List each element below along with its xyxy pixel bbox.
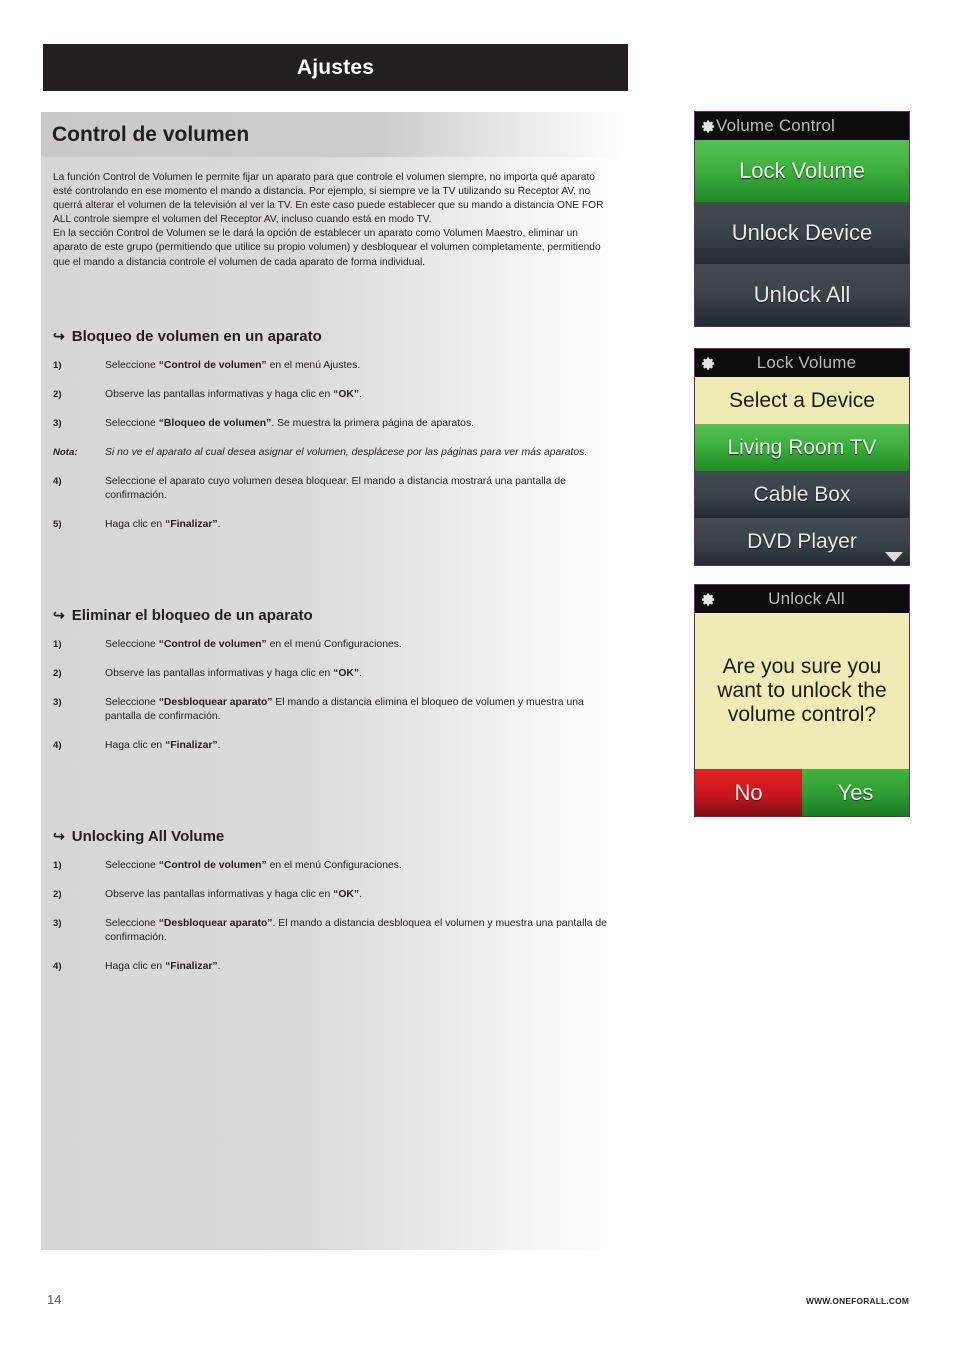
page-header-title: Ajustes — [296, 55, 375, 79]
step-item: 4) Haga clic en “Finalizar”. — [53, 960, 616, 974]
section-heading-label: Bloqueo de volumen en un aparato — [71, 327, 322, 345]
section-heading-unlock-device: ↪ Eliminar el bloqueo de un aparato — [53, 607, 616, 624]
screen2-header: Lock Volume — [695, 349, 909, 377]
step-number: 5) — [53, 518, 62, 530]
screen3-button-row: No Yes — [695, 769, 909, 816]
step-item: 3) Seleccione “Desbloquear aparato” El ma… — [53, 696, 616, 724]
step-item: 2) Observe las pantallas informativas y h… — [53, 888, 616, 902]
screen2-prompt: Select a Device — [695, 377, 909, 424]
step-number: 4) — [53, 739, 62, 751]
screen2-row-label: DVD Player — [747, 529, 857, 553]
step-text: Observe las pantallas informativas y hag… — [105, 667, 363, 679]
step-text: Seleccione “Control de volumen” en el me… — [105, 359, 361, 371]
intro-paragraph-1: La función Control de Volumen le permite… — [53, 172, 604, 226]
step-item: 1) Seleccione “Control de volumen” en el … — [53, 359, 616, 373]
step-text: Seleccione “Desbloquear aparato”. El man… — [105, 917, 607, 943]
screen3-no-label: No — [734, 779, 763, 805]
screen2-row-label: Cable Box — [753, 482, 851, 506]
step-text: Haga clic en “Finalizar”. — [105, 960, 221, 972]
section-heading-lock-volume: ↪ Bloqueo de volumen en un aparato — [53, 328, 616, 345]
step-text: Seleccione “Control de volumen” en el me… — [105, 859, 402, 871]
arrow-bullet-icon: ↪ — [53, 828, 65, 845]
step-text: Haga clic en “Finalizar”. — [105, 518, 221, 530]
screen3-header-label: Unlock All — [768, 589, 845, 608]
arrow-bullet-icon: ↪ — [53, 328, 65, 345]
content-body: La función Control de Volumen le permite… — [41, 157, 628, 1250]
screen2-prompt-label: Select a Device — [729, 388, 875, 412]
step-list-section2: 1) Seleccione “Control de volumen” en el … — [53, 638, 616, 753]
step-text: Si no ve el aparato al cual desea asigna… — [105, 446, 588, 458]
intro-paragraph-2: En la sección Control de Volumen se le d… — [53, 228, 601, 268]
screen3-no-button[interactable]: No — [695, 769, 802, 816]
gear-icon — [699, 592, 718, 607]
step-number: 2) — [53, 667, 62, 679]
screen1-header-label: Volume Control — [716, 116, 836, 135]
step-item: 5) Haga clic en “Finalizar”. — [53, 518, 616, 532]
step-number: 2) — [53, 388, 62, 400]
screen3-yes-label: Yes — [837, 779, 874, 805]
step-item: 1) Seleccione “Control de volumen” en el … — [53, 638, 616, 652]
step-number: 3) — [53, 417, 62, 429]
step-number: 1) — [53, 859, 62, 871]
step-number: 4) — [53, 475, 62, 487]
screen3-header: Unlock All — [695, 585, 909, 613]
screen3-yes-button[interactable]: Yes — [802, 769, 909, 816]
step-item: 3) Seleccione “Desbloquear aparato”. El m… — [53, 917, 616, 945]
screen2-row-dvd-player[interactable]: DVD Player — [695, 518, 909, 565]
screen2-row-label: Living Room TV — [727, 435, 877, 459]
gear-icon — [699, 356, 718, 371]
step-list-section1: 1) Seleccione “Control de volumen” en el … — [53, 359, 616, 532]
step-text: Haga clic en “Finalizar”. — [105, 739, 221, 751]
screen1-header: Volume Control — [695, 112, 909, 140]
chevron-down-icon[interactable] — [885, 552, 903, 562]
page-title: Control de volumen — [52, 122, 250, 146]
page-header-bar: Ajustes — [43, 44, 628, 91]
remote-screen-volume-control: Volume Control Lock Volume Unlock Device… — [694, 111, 910, 327]
screen1-row-lock-volume[interactable]: Lock Volume — [695, 140, 909, 202]
screen2-row-living-room-tv[interactable]: Living Room TV — [695, 424, 909, 471]
step-item: 4) Seleccione el aparato cuyo volumen des… — [53, 475, 616, 503]
step-item: 1) Seleccione “Control de volumen” en el … — [53, 859, 616, 873]
section-heading-label: Unlocking All Volume — [71, 827, 225, 845]
step-number: 1) — [53, 638, 62, 650]
step-item: 2) Observe las pantallas informativas y h… — [53, 388, 616, 402]
content-panel: Control de volumen La función Control de… — [41, 112, 628, 1250]
step-item: 3) Seleccione “Bloqueo de volumen”. Se mu… — [53, 417, 616, 431]
footer-website: WWW.ONEFORALL.COM — [806, 1296, 909, 1306]
remote-screen-unlock-all: Unlock All Are you sure you want to unlo… — [694, 584, 910, 817]
step-text: Seleccione “Control de volumen” en el me… — [105, 638, 402, 650]
screen2-header-label: Lock Volume — [756, 353, 857, 372]
screen1-row-label: Lock Volume — [739, 158, 865, 183]
screen1-row-label: Unlock Device — [731, 220, 873, 245]
step-text: Observe las pantallas informativas y hag… — [105, 388, 363, 400]
screen1-row-unlock-all[interactable]: Unlock All — [695, 264, 909, 326]
step-item: Nota: Si no ve el aparato al cual desea a… — [53, 446, 616, 460]
step-text: Seleccione “Bloqueo de volumen”. Se mues… — [105, 417, 475, 429]
step-number: 1) — [53, 359, 62, 371]
step-text: Seleccione el aparato cuyo volumen desea… — [105, 475, 566, 501]
step-item: 4) Haga clic en “Finalizar”. — [53, 739, 616, 753]
screen1-row-unlock-device[interactable]: Unlock Device — [695, 202, 909, 264]
step-number: 3) — [53, 917, 62, 929]
section-heading-unlock-all: ↪ Unlocking All Volume — [53, 828, 616, 845]
section-title-band: Control de volumen — [41, 112, 628, 157]
screen3-message-text: Are you sure you want to unlock the volu… — [717, 655, 887, 726]
arrow-bullet-icon: ↪ — [53, 607, 65, 624]
screen1-row-label: Unlock All — [753, 282, 851, 307]
step-number: 3) — [53, 696, 62, 708]
screen2-row-cable-box[interactable]: Cable Box — [695, 471, 909, 518]
step-item: 2) Observe las pantallas informativas y h… — [53, 667, 616, 681]
remote-screen-lock-volume: Lock Volume Select a Device Living Room … — [694, 348, 910, 566]
step-number: 4) — [53, 960, 62, 972]
step-list-section3: 1) Seleccione “Control de volumen” en el … — [53, 859, 616, 974]
step-number: 2) — [53, 888, 62, 900]
step-number: Nota: — [53, 446, 78, 458]
step-text: Observe las pantallas informativas y hag… — [105, 888, 363, 900]
section-heading-label: Eliminar el bloqueo de un aparato — [71, 606, 313, 624]
intro-text: La función Control de Volumen le permite… — [53, 171, 613, 270]
step-text: Seleccione “Desbloquear aparato” El mand… — [105, 696, 584, 722]
page-number: 14 — [47, 1292, 62, 1307]
screen3-confirm-message: Are you sure you want to unlock the volu… — [695, 613, 909, 769]
